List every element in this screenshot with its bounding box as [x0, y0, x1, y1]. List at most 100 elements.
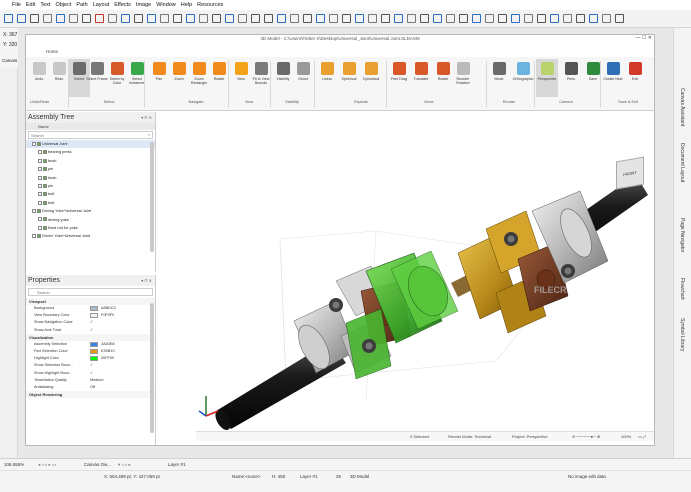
toolbar-tool-icon[interactable] — [381, 14, 390, 23]
canvas-dropdown[interactable]: Canvas Ow... — [84, 462, 111, 467]
zoom-field[interactable]: 106.555% — [4, 462, 24, 467]
toolbar-tool-icon[interactable] — [368, 14, 377, 23]
toolbar-tool-icon[interactable] — [329, 14, 338, 23]
search-icon[interactable]: ⌕ — [148, 132, 150, 137]
property-value[interactable]: ✓ — [90, 370, 155, 377]
visibility-checkbox[interactable] — [38, 158, 42, 163]
toolbar-tool-icon[interactable] — [56, 14, 65, 23]
toolbar-tool-icon[interactable] — [420, 14, 429, 23]
toolbar-tool-icon[interactable] — [225, 14, 234, 23]
property-row[interactable]: Background A8BDCC — [26, 305, 155, 312]
visibility-checkbox[interactable] — [32, 141, 36, 146]
visibility-checkbox[interactable] — [38, 225, 42, 230]
menu-resources[interactable]: Resources — [197, 2, 223, 8]
toolbar-tool-icon[interactable] — [95, 14, 104, 23]
property-value[interactable]: ✓ — [90, 319, 155, 326]
right-tab-document-layout[interactable]: Document Layout — [679, 143, 685, 182]
ribbon-button-orthographic[interactable]: Orthographic — [512, 59, 534, 97]
pin-close-icon[interactable]: ▾ ⊓ ✕ — [141, 278, 152, 283]
toolbar-tool-icon[interactable] — [576, 14, 585, 23]
tree-item[interactable]: bush — [26, 157, 155, 165]
toolbar-tool-icon[interactable] — [550, 14, 559, 23]
toolbar-tool-icon[interactable] — [355, 14, 364, 23]
layer-dropdown[interactable]: Layer #1 — [168, 462, 186, 467]
ribbon-button-perspective[interactable]: Perspective — [536, 59, 558, 97]
zoom-slider[interactable]: ⊖ ─────●─ ⊕ — [572, 434, 600, 439]
property-row[interactable]: Show Navigation Cube ✓ — [26, 319, 155, 326]
property-row[interactable]: Show Axis Triad ✓ — [26, 327, 155, 334]
tree-scrollbar[interactable] — [150, 142, 154, 252]
visibility-checkbox[interactable] — [38, 150, 42, 155]
property-row[interactable]: Part Selection Color E39B1C — [26, 348, 155, 355]
toolbar-tool-icon[interactable] — [17, 14, 26, 23]
property-section-header[interactable]: Visualization — [26, 333, 155, 341]
toolbar-tool-icon[interactable] — [472, 14, 481, 23]
toolbar-tool-icon[interactable] — [173, 14, 182, 23]
visibility-checkbox[interactable] — [38, 175, 42, 180]
navigation-cube[interactable]: FRONT — [616, 156, 644, 190]
tree-item[interactable]: fixed rod for yoke — [26, 224, 155, 232]
canvas-nav-controls[interactable]: ▾ ◃ ▹ ▸ — [118, 462, 131, 468]
menu-effects[interactable]: Effects — [114, 2, 131, 8]
toolbar-tool-icon[interactable] — [342, 14, 351, 23]
toolbar-tool-icon[interactable] — [238, 14, 247, 23]
tree-item[interactable]: bolt — [26, 190, 155, 198]
toolbar-tool-icon[interactable] — [615, 14, 624, 23]
toolbar-tool-icon[interactable] — [108, 14, 117, 23]
color-swatch[interactable] — [90, 349, 98, 355]
toolbar-tool-icon[interactable] — [316, 14, 325, 23]
property-value[interactable]: 3A83E8 — [90, 341, 155, 348]
property-value[interactable]: ✓ — [90, 327, 155, 334]
toolbar-tool-icon[interactable] — [264, 14, 273, 23]
toolbar-tool-icon[interactable] — [134, 14, 143, 23]
menu-help[interactable]: Help — [181, 2, 192, 8]
ribbon-button-reorder-rotation[interactable]: Reorder Rotation — [452, 59, 474, 97]
toolbar-tool-icon[interactable] — [121, 14, 130, 23]
visibility-checkbox[interactable] — [38, 192, 42, 197]
properties-search-input[interactable]: Search — [28, 288, 153, 296]
toolbar-tool-icon[interactable] — [160, 14, 169, 23]
tree-item[interactable]: bearing press — [26, 148, 155, 156]
ribbon-button-ghost[interactable]: Ghost — [292, 59, 314, 97]
toolbar-tool-icon[interactable] — [290, 14, 299, 23]
toolbar-tool-icon[interactable] — [498, 14, 507, 23]
property-row[interactable]: Highlight Color 00FF00 — [26, 355, 155, 362]
ribbon-button-mode[interactable]: Mode — [488, 59, 510, 97]
toolbar-tool-icon[interactable] — [199, 14, 208, 23]
toolbar-tool-icon[interactable] — [446, 14, 455, 23]
right-tab-canvas-assistant[interactable]: Canvas Assistant — [679, 88, 685, 126]
color-swatch[interactable] — [90, 356, 98, 362]
property-value[interactable]: ✓ — [90, 362, 155, 369]
toolbar-tool-icon[interactable] — [147, 14, 156, 23]
right-tab-page-navigator[interactable]: Page Navigator — [679, 218, 685, 252]
assembly-search-input[interactable]: Search ⌕ — [28, 131, 153, 139]
menu-file[interactable]: File — [12, 2, 21, 8]
toolbar-tool-icon[interactable] — [537, 14, 546, 23]
tree-item[interactable]: pin — [26, 182, 155, 190]
property-row[interactable]: Show Highlight Boun... ✓ — [26, 370, 155, 377]
ribbon-button-translate[interactable]: Translate — [410, 59, 432, 97]
ribbon-button-rotate[interactable]: Rotate — [208, 59, 230, 97]
tree-item[interactable]: Driven Yoke^Universal Joint — [26, 232, 155, 240]
visibility-checkbox[interactable] — [32, 209, 36, 214]
ribbon-button-linear[interactable]: Linear — [316, 59, 338, 97]
toolbar-tool-icon[interactable] — [82, 14, 91, 23]
ribbon-button-pens[interactable]: Pens — [560, 59, 582, 97]
fit-view-icon[interactable]: ▭ ⤢ — [638, 434, 646, 439]
tree-item[interactable]: bolt — [26, 199, 155, 207]
menu-layout[interactable]: Layout — [93, 2, 110, 8]
toolbar-tool-icon[interactable] — [4, 14, 13, 23]
visibility-checkbox[interactable] — [38, 183, 42, 188]
right-tab-symbol-library[interactable]: Symbol Library — [679, 318, 685, 351]
color-swatch[interactable] — [90, 306, 98, 312]
tree-item[interactable]: Universal Joint — [26, 140, 155, 149]
ribbon-button-free-drag[interactable]: Free Drag — [388, 59, 410, 97]
toolbar-tool-icon[interactable] — [524, 14, 533, 23]
tree-item[interactable]: Driving Yoke^Universal Joint — [26, 207, 155, 215]
visibility-checkbox[interactable] — [38, 200, 42, 205]
toolbar-tool-icon[interactable] — [407, 14, 416, 23]
property-value[interactable]: Medium — [90, 377, 155, 384]
toolbar-tool-icon[interactable] — [394, 14, 403, 23]
menu-path[interactable]: Path — [76, 2, 87, 8]
toolbar-tool-icon[interactable] — [69, 14, 78, 23]
